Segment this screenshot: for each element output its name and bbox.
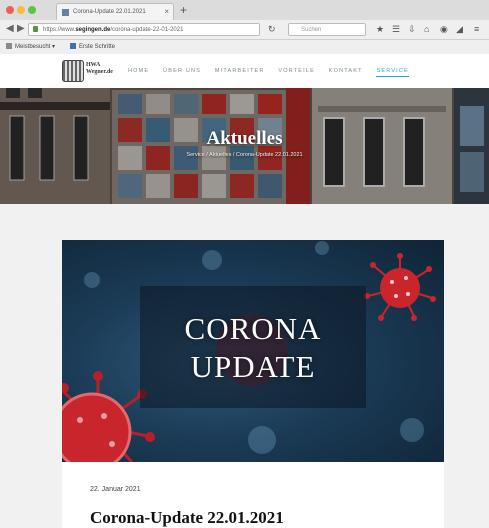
menu-hamburger-icon[interactable]: ≡ <box>474 24 479 34</box>
back-arrow-icon[interactable]: ◀ <box>6 23 14 34</box>
logo-text-line1: HWA <box>86 62 101 68</box>
logo-text-line2: Wegner.de <box>86 69 113 75</box>
bookmarks-bar: Meistbesucht ▾ Erste Schritte <box>0 40 489 55</box>
site-header: HWA Wegner.de HOME ÜBER UNS MITARBEITER … <box>0 54 489 88</box>
bookmark-label: Meistbesucht <box>15 44 51 50</box>
bookmark-folder-icon <box>6 43 12 49</box>
url-prefix: https://www. <box>43 27 76 33</box>
menu-item-kontakt[interactable]: KONTAKT <box>329 68 363 74</box>
image-headline-line1: CORONA <box>184 311 322 346</box>
tab-title: Corona-Update 22.01.2021 <box>73 9 146 15</box>
main-content: CORONA UPDATE 22. Januar 2021 Corona-Upd… <box>0 204 489 528</box>
logo-building-icon <box>62 60 84 82</box>
post-card[interactable]: CORONA UPDATE 22. Januar 2021 Corona-Upd… <box>62 240 444 528</box>
close-window-button[interactable] <box>6 6 14 14</box>
menu-item-vorteile[interactable]: VORTEILE <box>278 68 315 74</box>
downloads-icon[interactable]: ⇩ <box>408 24 416 35</box>
site-favicon-icon <box>62 9 69 16</box>
menu-item-ueber-uns[interactable]: ÜBER UNS <box>163 68 201 74</box>
post-title[interactable]: Corona-Update 22.01.2021 <box>90 508 284 528</box>
url-domain: segingen.de <box>75 27 111 33</box>
menu-item-home[interactable]: HOME <box>128 68 149 74</box>
image-headline-line2: UPDATE <box>190 349 316 384</box>
lock-icon <box>33 26 38 32</box>
site-logo[interactable]: HWA Wegner.de <box>62 60 120 82</box>
forward-arrow-icon[interactable]: ▶ <box>17 23 25 34</box>
search-input[interactable]: Suchen <box>288 23 366 36</box>
bookmark-label: Erste Schritte <box>79 44 116 50</box>
image-headline: CORONA UPDATE <box>62 310 444 386</box>
hero-title: Aktuelles <box>206 128 283 149</box>
new-tab-button[interactable]: + <box>180 3 187 17</box>
menu-item-service[interactable]: SERVICE <box>376 68 409 77</box>
breadcrumb: Service / Aktuelles / Corona-Update 22.0… <box>186 152 303 158</box>
maximize-window-button[interactable] <box>28 6 36 14</box>
hero-banner: Aktuelles Service / Aktuelles / Corona-U… <box>0 88 489 204</box>
home-icon[interactable]: ⌂ <box>424 24 429 34</box>
bookmark-star-icon[interactable]: ★ <box>376 24 384 35</box>
tab-close-icon[interactable]: × <box>164 7 169 16</box>
search-placeholder: Suchen <box>301 27 322 33</box>
logo-text: HWA Wegner.de <box>86 62 113 76</box>
browser-tab[interactable]: Corona-Update 22.01.2021 × <box>56 3 174 20</box>
pocket-icon[interactable]: ◉ <box>440 24 448 35</box>
post-featured-image[interactable]: CORONA UPDATE <box>62 240 444 462</box>
menu-item-mitarbeiter[interactable]: MITARBEITER <box>215 68 265 74</box>
url-path: /corona-update-22-01-2021 <box>110 27 184 33</box>
share-icon[interactable]: ◢ <box>456 24 463 35</box>
main-menu: HOME ÜBER UNS MITARBEITER VORTEILE KONTA… <box>128 68 420 77</box>
url-bar[interactable]: https://www.segingen.de/corona-update-22… <box>28 23 260 36</box>
reload-icon[interactable]: ↻ <box>268 24 276 35</box>
bookmark-item-erste-schritte[interactable]: Erste Schritte <box>70 43 115 50</box>
post-date: 22. Januar 2021 <box>90 486 141 493</box>
minimize-window-button[interactable] <box>17 6 25 14</box>
firefox-bookmark-icon <box>70 43 76 49</box>
browser-navbar: ◀ ▶ https://www.segingen.de/corona-updat… <box>0 20 489 40</box>
reading-list-icon[interactable]: ☰ <box>392 24 400 35</box>
browser-titlebar: Corona-Update 22.01.2021 × + <box>0 0 489 21</box>
bookmark-item-meistbesucht[interactable]: Meistbesucht ▾ <box>6 43 55 50</box>
